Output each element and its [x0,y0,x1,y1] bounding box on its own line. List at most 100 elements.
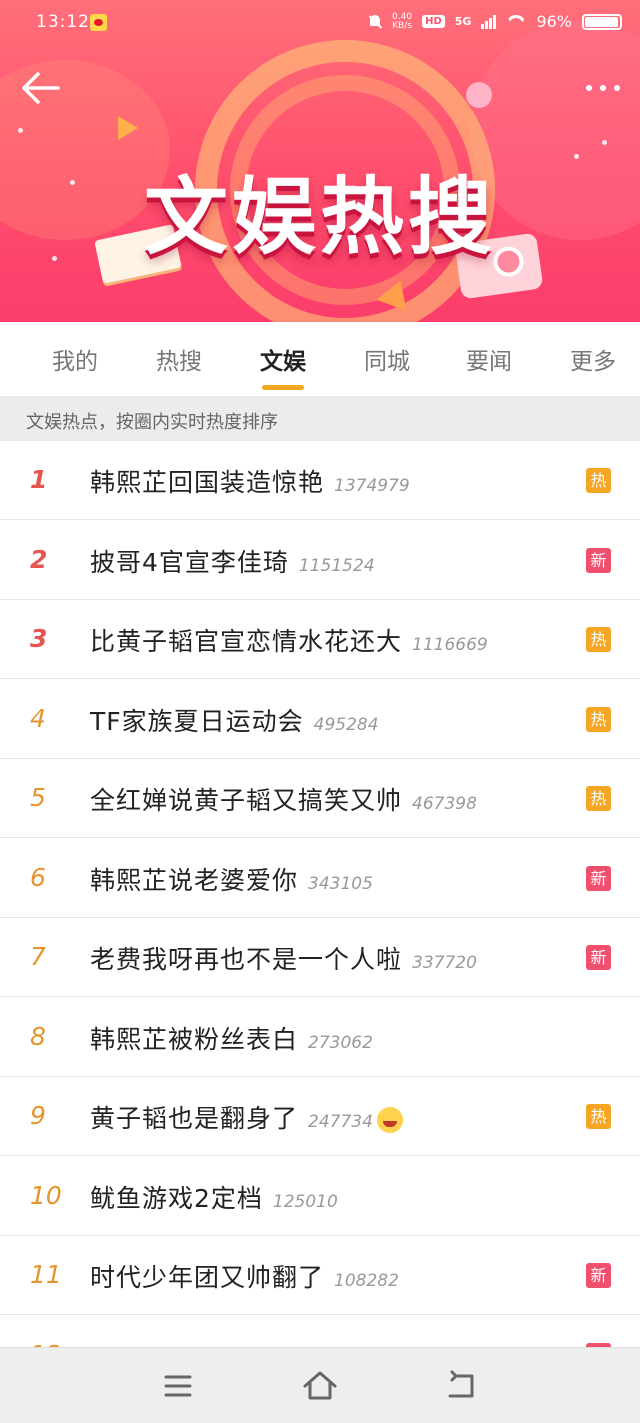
list-item[interactable]: 6 韩熙芷说老婆爱你 343105 新 [0,838,640,918]
battery-percent: 96% [536,12,572,31]
heat-count: 1116669 [412,635,488,655]
list-item[interactable]: 10 鱿鱼游戏2定档 125010 [0,1156,640,1236]
topic-title: 披哥4官宣李佳琦 [90,547,289,577]
topic-text: 黄子韬也是翻身了 247734 [90,1099,403,1135]
heat-count: 125010 [272,1191,338,1212]
topic-title: 比黄子韬官宣恋情水花还大 [90,627,403,656]
network-speed-unit: KB/s [392,20,412,31]
new-badge: 新 [586,865,611,891]
rank-number: 4 [30,703,46,733]
topic-text: 比黄子韬官宣恋情水花还大 1116669 [90,622,488,658]
new-badge: 新 [586,547,611,573]
network-type: 5G [454,15,472,28]
new-badge: 新 [586,1263,611,1288]
topic-text: 披哥4官宣李佳琦 1151524 [90,543,375,579]
banner-title: 文娱热搜 [143,168,496,266]
topic-title: 老费我呀再也不是一个人啦 [90,945,403,974]
tab-entertainment[interactable]: 文娱 [260,342,306,376]
heat-count: 108282 [334,1271,399,1291]
list-item[interactable]: 8 韩熙芷被粉丝表白 273062 [0,997,640,1077]
rank-number: 3 [30,624,48,653]
topic-title: 韩熙芷说老婆爱你 [90,865,299,895]
weibo-notification-icon [90,14,107,31]
hot-badge: 热 [586,627,611,652]
list-item[interactable]: 1 韩熙芷回国装造惊艳 1374979 热 [0,441,640,520]
topic-title: 时代少年团又帅翻了 [90,1263,325,1292]
back-arrow-icon[interactable] [18,66,62,110]
heat-count: 1151524 [298,555,375,576]
list-item[interactable]: 2 披哥4官宣李佳琦 1151524 新 [0,520,640,600]
heat-count: 495284 [313,714,379,735]
topic-text [90,1338,100,1348]
network-speed: 0.40 KB/s [392,12,412,31]
triangle-decoration [118,116,138,140]
list-item[interactable]: 4 TF家族夏日运动会 495284 热 [0,679,640,759]
back-icon[interactable] [442,1366,482,1406]
status-time: 13:12 [36,12,90,32]
tab-news[interactable]: 要闻 [466,342,512,376]
more-options-icon[interactable] [580,74,626,102]
rank-number: 12 [30,1340,70,1348]
mute-bell-icon [368,14,382,30]
topic-text: 韩熙芷说老婆爱你 343105 [90,861,373,897]
tab-hot-search[interactable]: 热搜 [156,342,202,376]
planet-icon [466,82,492,108]
topic-title: 韩熙芷被粉丝表白 [90,1024,299,1054]
category-tabs: 我的 热搜 文娱 同城 要闻 更多 [0,322,640,397]
list-item[interactable]: 9 黄子韬也是翻身了 247734 热 [0,1077,640,1156]
heat-count: 467398 [412,794,477,814]
heat-count: 337720 [412,953,477,973]
rank-number: 5 [30,783,46,812]
wifi-icon [506,15,526,29]
hot-badge: 热 [586,468,611,493]
tab-more[interactable]: 更多 [570,342,616,376]
rank-number: 7 [30,942,46,971]
topic-text: 鱿鱼游戏2定档 125010 [90,1179,338,1215]
topic-text: 全红婵说黄子韬又搞笑又帅 467398 [90,781,477,817]
subtitle-bar: 文娱热点，按圈内实时热度排序 [0,397,640,441]
rank-number: 6 [30,862,46,892]
rank-number: 9 [30,1101,46,1130]
list-description: 文娱热点，按圈内实时热度排序 [26,412,278,433]
rank-number: 10 [30,1180,62,1210]
topic-text: 老费我呀再也不是一个人啦 337720 [90,940,477,976]
header-banner: 13:12 0.40 KB/s HD 5G 96% 文娱热搜 [0,0,640,322]
list-item[interactable]: 7 老费我呀再也不是一个人啦 337720 新 [0,918,640,997]
hot-search-list: 1 韩熙芷回国装造惊艳 1374979 热 2 披哥4官宣李佳琦 1151524 新 3 比黄子韬… [0,441,640,1347]
system-navigation-bar [0,1347,640,1423]
battery-icon [582,13,622,30]
signal-icon [481,14,497,29]
topic-title: 全红婵说黄子韬又搞笑又帅 [90,786,403,815]
new-badge: 新 [586,945,611,970]
rank-number: 8 [30,1021,46,1051]
topic-text: 韩熙芷回国装造惊艳 1374979 [90,463,410,499]
hd-badge: HD [422,15,445,28]
sparkle-icon [18,128,23,133]
sparkle-icon [602,140,607,145]
heat-count: 273062 [308,1032,373,1053]
active-tab-indicator [262,385,304,390]
topic-title: 韩熙芷回国装造惊艳 [90,468,325,497]
rank-number: 11 [30,1260,62,1289]
topic-text: 时代少年团又帅翻了 108282 [90,1258,399,1294]
tab-local[interactable]: 同城 [364,342,410,376]
topic-text: TF家族夏日运动会 495284 [90,702,379,738]
rank-number: 1 [30,465,48,494]
list-item[interactable]: 3 比黄子韬官宣恋情水花还大 1116669 热 [0,600,640,679]
heat-count: 1374979 [334,476,410,496]
tab-mine[interactable]: 我的 [52,342,98,376]
hot-badge: 热 [586,706,611,732]
hot-badge: 热 [586,1104,611,1129]
topic-title: TF家族夏日运动会 [90,706,304,736]
list-item[interactable]: 11 时代少年团又帅翻了 108282 新 [0,1236,640,1315]
topic-title: 鱿鱼游戏2定档 [90,1183,263,1213]
list-item[interactable]: 12新 [0,1315,640,1348]
menu-icon[interactable] [158,1366,198,1406]
home-icon[interactable] [300,1366,340,1406]
laughing-crying-emoji-icon [376,1107,403,1133]
topic-title: 黄子韬也是翻身了 [90,1104,299,1133]
list-item[interactable]: 5 全红婵说黄子韬又搞笑又帅 467398 热 [0,759,640,838]
status-bar: 13:12 0.40 KB/s HD 5G 96% [0,0,640,48]
heat-count: 343105 [308,873,373,894]
hot-badge: 热 [586,786,611,811]
